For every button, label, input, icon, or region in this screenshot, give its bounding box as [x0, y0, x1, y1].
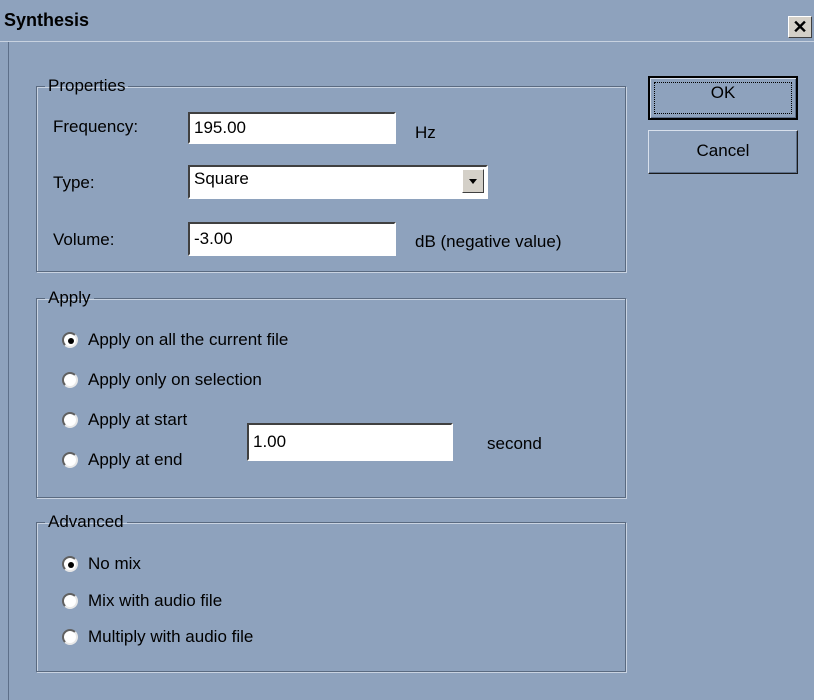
radio-icon[interactable]	[62, 372, 78, 388]
apply-option-label: Apply at end	[88, 450, 183, 469]
radio-icon[interactable]	[62, 593, 78, 609]
cancel-button-label: Cancel	[696, 141, 750, 160]
chevron-down-icon[interactable]	[462, 169, 484, 193]
apply-option-label: Apply at start	[88, 410, 188, 429]
type-label: Type:	[53, 173, 95, 192]
duration-input[interactable]	[247, 423, 453, 461]
title-divider	[0, 41, 814, 42]
frequency-unit: Hz	[415, 123, 436, 142]
radio-icon[interactable]	[62, 412, 78, 428]
window-title: Synthesis	[4, 10, 90, 30]
title-bar: Synthesis ✕	[0, 0, 814, 40]
radio-icon[interactable]	[62, 452, 78, 468]
apply-option-label: Apply on all the current file	[88, 330, 289, 349]
advanced-legend: Advanced	[48, 512, 124, 531]
ok-button[interactable]: OK	[648, 76, 798, 120]
dialog-left-edge	[8, 42, 9, 700]
close-icon: ✕	[792, 17, 808, 37]
apply-legend: Apply	[48, 288, 91, 307]
radio-icon[interactable]	[62, 332, 78, 348]
close-button[interactable]: ✕	[788, 16, 812, 38]
ok-button-label: OK	[710, 83, 736, 102]
type-select-value: Square	[194, 169, 249, 188]
advanced-option-label: Multiply with audio file	[88, 627, 254, 646]
volume-unit: dB (negative value)	[415, 232, 562, 251]
frequency-input[interactable]	[188, 112, 396, 144]
volume-label: Volume:	[53, 230, 115, 249]
duration-unit: second	[487, 434, 542, 453]
properties-legend: Properties	[48, 76, 126, 95]
frequency-label: Frequency:	[53, 117, 139, 136]
radio-icon[interactable]	[62, 629, 78, 645]
advanced-option-label: Mix with audio file	[88, 591, 223, 610]
volume-input[interactable]	[188, 222, 396, 256]
type-select[interactable]: Square	[188, 165, 488, 199]
radio-icon[interactable]	[62, 556, 78, 572]
apply-option-label: Apply only on selection	[88, 370, 262, 389]
advanced-option-label: No mix	[88, 554, 141, 573]
cancel-button[interactable]: Cancel	[648, 130, 798, 174]
